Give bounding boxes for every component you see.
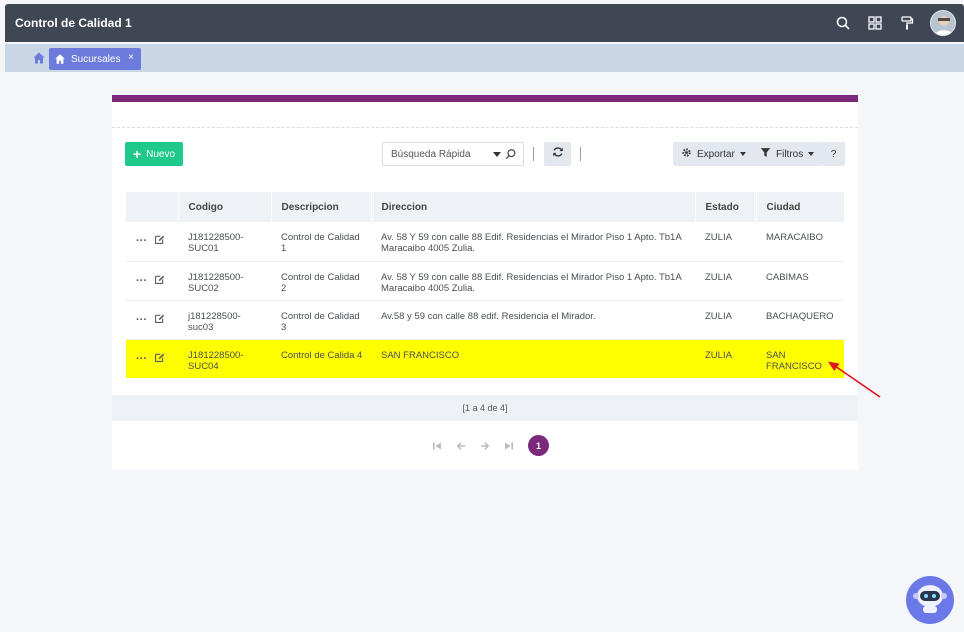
export-button-label: Exportar <box>697 148 735 160</box>
search-icon[interactable] <box>505 148 517 160</box>
more-options-icon[interactable]: ··· <box>136 353 147 364</box>
chevron-down-icon <box>808 152 815 156</box>
tab-bar: Sucursales × <box>5 44 964 72</box>
table-row[interactable]: ··· j181228500-suc03 Control de Calidad … <box>126 300 844 340</box>
robot-icon <box>911 579 949 622</box>
cell-ciudad: BACHAQUERO <box>756 300 844 340</box>
help-button[interactable]: ? <box>822 142 845 166</box>
table-row[interactable]: ··· J181228500-SUC02 Control de Calidad … <box>126 261 844 301</box>
cell-codigo: j181228500-suc03 <box>178 300 271 340</box>
row-actions: ··· <box>126 339 178 378</box>
chevron-down-icon <box>739 152 746 156</box>
edit-icon[interactable] <box>154 234 165 248</box>
cell-codigo: J181228500-SUC01 <box>178 222 271 262</box>
table-row[interactable]: ··· J181228500-SUC01 Control de Calidad … <box>126 222 844 262</box>
new-button-label: Nuevo <box>146 148 176 160</box>
cell-direccion: SAN FRANCISCO <box>371 339 695 378</box>
cell-ciudad: MARACAIBO <box>756 222 844 262</box>
row-actions: ··· <box>126 300 178 340</box>
cell-descripcion: Control de Calidad 3 <box>271 300 371 340</box>
page-number-current[interactable]: 1 <box>528 435 549 456</box>
tab-sucursales[interactable]: Sucursales × <box>49 48 141 70</box>
column-header-codigo[interactable]: Codigo <box>178 192 272 222</box>
column-header-direccion[interactable]: Direccion <box>371 192 696 222</box>
column-header-descripcion[interactable]: Descripcion <box>271 192 372 222</box>
cell-direccion: Av. 58 Y 59 con calle 88 Edif. Residenci… <box>371 261 695 301</box>
tab-label: Sucursales <box>71 53 121 65</box>
annotation-arrow-icon <box>828 361 881 398</box>
refresh-button[interactable] <box>544 142 571 166</box>
chatbot-button[interactable] <box>906 576 954 624</box>
quick-search-placeholder: Búsqueda Rápida <box>391 148 471 160</box>
more-options-icon[interactable]: ··· <box>136 275 147 286</box>
cell-ciudad: CABIMAS <box>756 261 844 301</box>
app-title: Control de Calidad 1 <box>15 16 132 30</box>
edit-icon[interactable] <box>154 274 165 288</box>
cell-estado: ZULIA <box>695 339 756 378</box>
pagination-summary-bar: [1 a 4 de 4] <box>112 395 858 421</box>
more-options-icon[interactable]: ··· <box>136 236 147 247</box>
more-options-icon[interactable]: ··· <box>136 314 147 325</box>
home-icon[interactable] <box>32 51 46 65</box>
plus-icon: + <box>132 146 142 162</box>
grid-icon[interactable] <box>866 14 884 32</box>
gear-icon <box>681 147 692 161</box>
cell-direccion: Av.58 y 59 con calle 88 edif. Residencia… <box>371 300 695 340</box>
last-page-icon[interactable] <box>504 441 514 451</box>
separator <box>533 147 534 161</box>
help-button-label: ? <box>830 148 837 160</box>
cell-descripcion: Control de Calidad 1 <box>271 222 371 262</box>
row-actions: ··· <box>126 261 178 301</box>
search-icon[interactable] <box>834 14 852 32</box>
user-avatar[interactable] <box>930 10 956 36</box>
cell-direccion: Av. 58 Y 59 con calle 88 Edif. Residenci… <box>371 222 695 262</box>
cell-estado: ZULIA <box>695 222 756 262</box>
cell-codigo: J181228500-SUC02 <box>178 261 271 301</box>
cell-estado: ZULIA <box>695 261 756 301</box>
new-button[interactable]: + Nuevo <box>125 142 183 166</box>
top-bar: Control de Calidad 1 <box>5 4 964 42</box>
first-page-icon[interactable] <box>432 441 442 451</box>
separator <box>580 147 581 161</box>
edit-icon[interactable] <box>154 352 165 366</box>
cell-estado: ZULIA <box>695 300 756 340</box>
table-header-row: Codigo Descripcion Direccion Estado Ciud… <box>126 192 845 222</box>
paint-roller-icon[interactable] <box>898 14 916 32</box>
next-page-icon[interactable] <box>480 441 490 451</box>
refresh-icon <box>552 145 564 163</box>
column-header-estado[interactable]: Estado <box>695 192 757 222</box>
branches-table: Codigo Descripcion Direccion Estado Ciud… <box>126 192 845 378</box>
pagination: 1 <box>432 435 549 456</box>
filters-button[interactable]: Filtros <box>752 142 823 166</box>
card-accent-bar <box>112 95 858 102</box>
edit-icon[interactable] <box>154 313 165 327</box>
previous-page-icon[interactable] <box>456 441 466 451</box>
pagination-summary: [1 a 4 de 4] <box>462 403 508 413</box>
chevron-down-icon <box>493 152 501 157</box>
divider <box>112 127 858 128</box>
column-header-ciudad[interactable]: Ciudad <box>756 192 845 222</box>
table-row-highlighted[interactable]: ··· J181228500-SUC04 Control de Calida 4… <box>126 339 844 378</box>
column-header-actions <box>126 192 179 222</box>
home-icon <box>54 53 66 65</box>
row-actions: ··· <box>126 222 178 262</box>
export-button[interactable]: Exportar <box>673 142 754 166</box>
filter-icon <box>760 147 771 161</box>
cell-descripcion: Control de Calida 4 <box>271 339 371 378</box>
main-card: + Nuevo Búsqueda Rápida Exportar Filtros… <box>112 95 858 470</box>
cell-descripcion: Control de Calidad 2 <box>271 261 371 301</box>
cell-codigo: J181228500-SUC04 <box>178 339 271 378</box>
close-icon[interactable]: × <box>128 52 134 63</box>
quick-search-select[interactable]: Búsqueda Rápida <box>382 142 524 166</box>
filters-button-label: Filtros <box>776 148 804 160</box>
header-tools <box>834 4 956 42</box>
